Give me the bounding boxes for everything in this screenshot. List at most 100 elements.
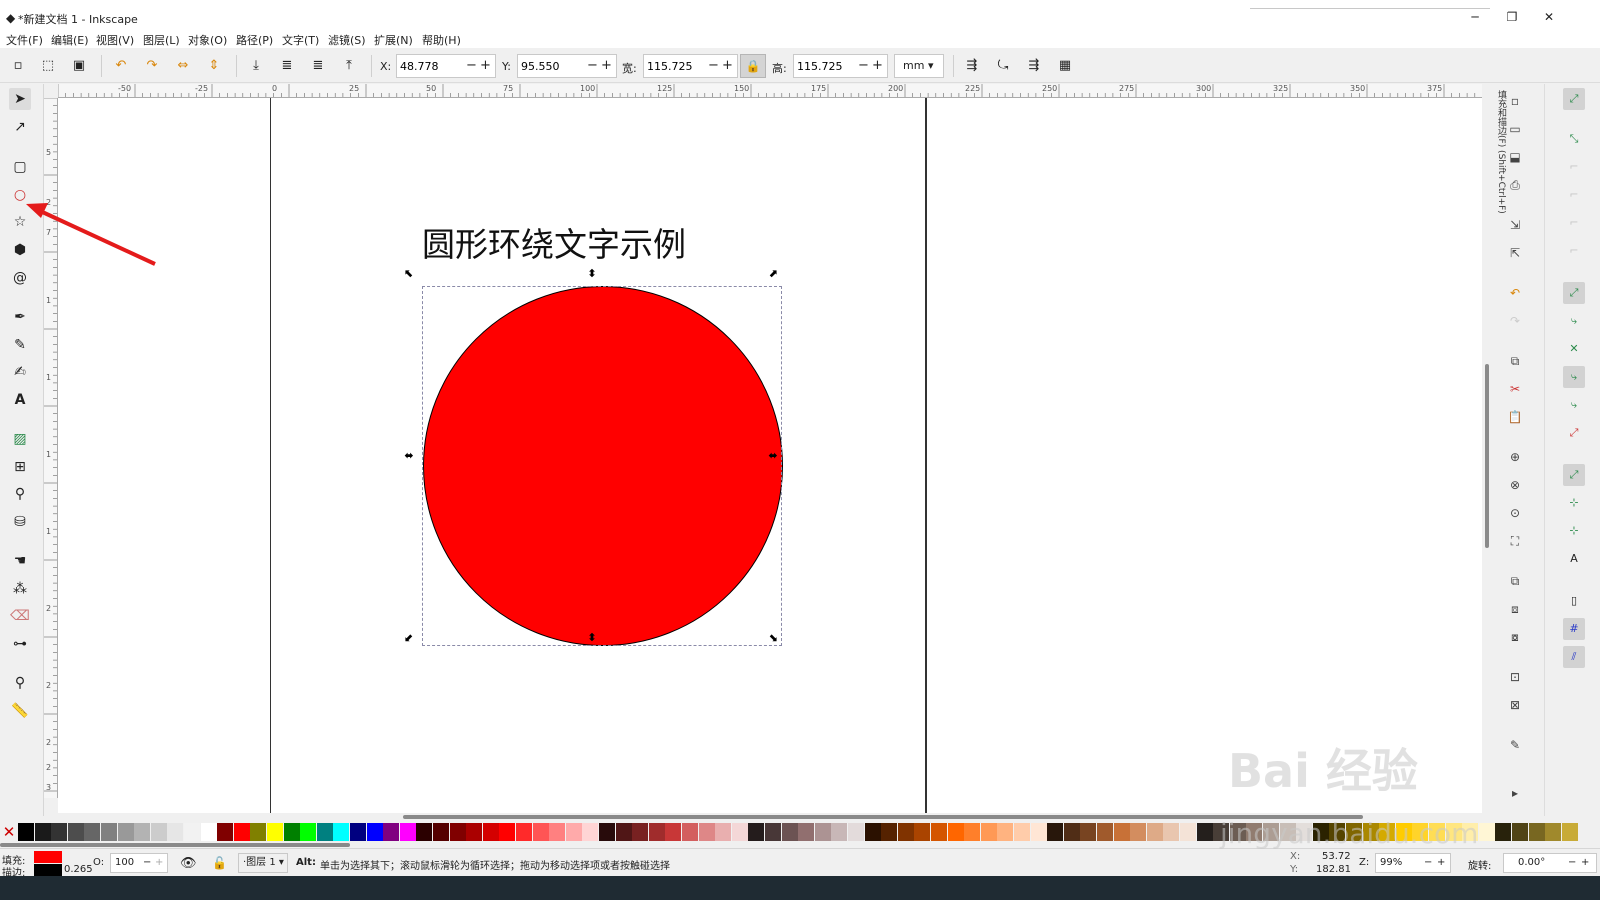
snap-bbox-icon[interactable]: ⤡ (1563, 128, 1585, 150)
palette-swatch[interactable] (897, 823, 914, 841)
rotate-increment-button[interactable]: + (1581, 854, 1589, 872)
palette-swatch[interactable] (698, 823, 715, 841)
palette-swatch[interactable] (67, 823, 84, 841)
palette-swatch[interactable] (416, 823, 433, 841)
pen-tool-icon[interactable]: ✒ (9, 306, 31, 328)
snap-grid-icon[interactable]: # (1563, 618, 1585, 640)
width-decrement-button[interactable]: − (708, 58, 719, 74)
drawing-canvas[interactable]: 圆形环绕文字示例 ⬉ ⬍ ⬈ ⬌ ⬌ ⬋ ⬍ ⬊ (58, 98, 1483, 813)
palette-swatch[interactable] (117, 823, 134, 841)
palette-swatch[interactable] (831, 823, 848, 841)
palette-swatch[interactable] (1429, 823, 1445, 841)
palette-swatch[interactable] (1329, 823, 1346, 841)
menu-help[interactable]: 帮助(H) (422, 32, 461, 48)
raise-to-top-icon[interactable]: ⤒ (341, 58, 357, 74)
expand-arrow-icon[interactable]: ▸ (1506, 784, 1524, 802)
menu-path[interactable]: 路径(P) (236, 32, 273, 48)
palette-swatch[interactable] (798, 823, 815, 841)
palette-swatch[interactable] (433, 823, 449, 841)
palette-swatch[interactable] (748, 823, 765, 841)
scale-handle-n[interactable]: ⬍ (586, 268, 598, 280)
group-icon[interactable]: ⊡ (1506, 668, 1524, 686)
palette-swatch[interactable] (1545, 823, 1562, 841)
palette-swatch[interactable] (84, 823, 101, 841)
opacity-field[interactable]: 100 − + (110, 853, 168, 873)
palette-swatch[interactable] (399, 823, 416, 841)
palette-swatch[interactable] (881, 823, 898, 841)
palette-swatch[interactable] (316, 823, 333, 841)
snap-enable-icon[interactable]: ⤢ (1563, 88, 1585, 110)
palette-swatch[interactable] (1030, 823, 1047, 841)
palette-swatch[interactable] (366, 823, 383, 841)
palette-swatch[interactable] (1462, 823, 1479, 841)
palette-swatch[interactable] (1478, 823, 1495, 841)
stroke-color-indicator[interactable] (34, 864, 62, 876)
height-field[interactable]: − + (793, 54, 888, 78)
palette-swatch[interactable] (383, 823, 400, 841)
palette-swatch[interactable] (1528, 823, 1545, 841)
pencil-tool-icon[interactable]: ✎ (9, 334, 31, 356)
palette-swatch[interactable] (150, 823, 167, 841)
horizontal-scrollbar[interactable] (58, 813, 1483, 821)
new-document-icon[interactable]: ▫ (1506, 92, 1524, 110)
palette-swatch[interactable] (499, 823, 516, 841)
palette-swatch[interactable] (350, 823, 366, 841)
palette-swatch[interactable] (1229, 823, 1246, 841)
menu-text[interactable]: 文字(T) (282, 32, 319, 48)
calligraphy-tool-icon[interactable]: ✍ (9, 361, 31, 383)
scale-stroke-icon[interactable]: ⇶ (964, 58, 980, 74)
palette-swatch[interactable] (1146, 823, 1163, 841)
palette-swatch[interactable] (1180, 823, 1196, 841)
scale-handle-nw[interactable]: ⬉ (403, 268, 415, 280)
zoom-field[interactable]: 99% − + (1375, 853, 1451, 873)
y-field[interactable]: − + (517, 54, 617, 78)
tweak-tool-icon[interactable]: ☚ (9, 550, 31, 572)
transform-gradients-icon[interactable]: ⇶ (1026, 58, 1042, 74)
save-icon[interactable]: ⬓ (1506, 148, 1524, 166)
palette-swatch[interactable] (848, 823, 864, 841)
palette-swatch[interactable] (300, 823, 317, 841)
transform-patterns-icon[interactable]: ▦ (1057, 58, 1073, 74)
open-icon[interactable]: ▭ (1506, 120, 1524, 138)
minimize-button[interactable]: ─ (1466, 9, 1484, 25)
palette-swatch[interactable] (1379, 823, 1396, 841)
width-input[interactable] (647, 58, 709, 74)
copy-icon[interactable]: ⧉ (1506, 352, 1524, 370)
palette-swatch[interactable] (1213, 823, 1230, 841)
palette-swatch[interactable] (980, 823, 997, 841)
spray-tool-icon[interactable]: ⁂ (9, 578, 31, 600)
y-decrement-button[interactable]: − (587, 58, 598, 74)
palette-swatch[interactable] (1196, 823, 1213, 841)
paint-bucket-tool-icon[interactable]: ⛁ (9, 511, 31, 533)
snap-bbox-midpoint-icon[interactable]: ⌐ (1563, 212, 1585, 234)
canvas-text-object[interactable]: 圆形环绕文字示例 (422, 218, 686, 266)
palette-swatch[interactable] (632, 823, 649, 841)
palette-swatch[interactable] (466, 823, 483, 841)
palette-swatch[interactable] (1362, 823, 1379, 841)
palette-swatch[interactable] (333, 823, 350, 841)
palette-swatch[interactable] (549, 823, 566, 841)
vertical-scrollbar[interactable] (1482, 84, 1492, 816)
layer-visibility-icon[interactable]: 👁 (180, 856, 197, 871)
menu-extensions[interactable]: 扩展(N) (374, 32, 413, 48)
text-tool-icon[interactable]: A (9, 389, 31, 411)
palette-scrollbar[interactable] (0, 843, 350, 847)
duplicate-icon[interactable]: ⧉ (1506, 572, 1524, 590)
measure-tool-icon[interactable]: 📏 (9, 700, 31, 722)
snap-bbox-center-icon[interactable]: ⌐ (1563, 240, 1585, 262)
y-increment-button[interactable]: + (601, 58, 612, 74)
palette-swatch[interactable] (267, 823, 283, 841)
x-field[interactable]: − + (396, 54, 496, 78)
horizontal-scroll-thumb[interactable] (403, 815, 1363, 819)
palette-swatch[interactable] (18, 823, 34, 841)
palette-swatch[interactable] (615, 823, 632, 841)
opacity-decrement-button[interactable]: − (143, 854, 151, 872)
snap-smooth-icon[interactable]: ⤷ (1563, 394, 1585, 416)
palette-swatch[interactable] (101, 823, 117, 841)
no-paint-swatch[interactable]: ✕ (1, 823, 17, 841)
fill-color-indicator[interactable] (34, 851, 62, 863)
cut-icon[interactable]: ✂ (1506, 380, 1524, 398)
connector-tool-icon[interactable]: ⊶ (9, 633, 31, 655)
ungroup-icon[interactable]: ⊠ (1506, 696, 1524, 714)
gradient-tool-icon[interactable]: ▨ (9, 428, 31, 450)
